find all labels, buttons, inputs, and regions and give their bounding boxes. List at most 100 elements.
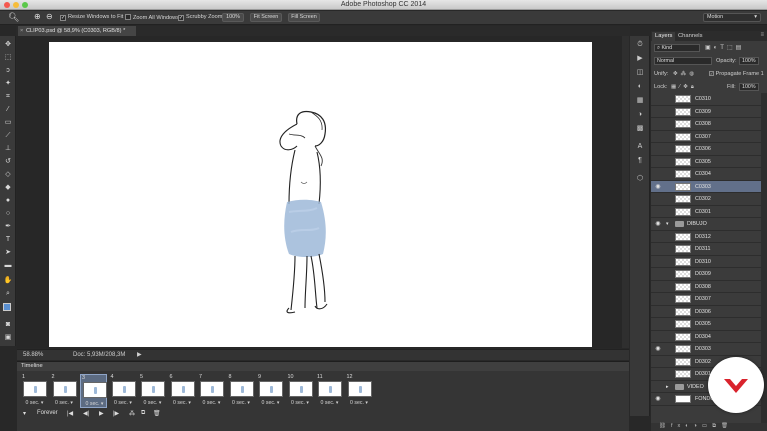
layer-row[interactable]: ◉ C0303 (651, 180, 761, 193)
eye-icon[interactable]: ◉ (654, 218, 662, 230)
layer-row[interactable]: ◉ D0303 (651, 343, 761, 356)
zoom-out-icon[interactable]: ⊖ (46, 12, 53, 21)
first-frame-icon[interactable]: |◀ (67, 410, 73, 417)
frame-delay[interactable]: 0 sec. ▾ (81, 401, 108, 407)
panel-menu-icon[interactable]: ≡ (760, 32, 764, 38)
type-tool-icon[interactable]: T (3, 235, 13, 245)
timeline-frame[interactable]: 10 0 sec. ▾ (287, 374, 314, 408)
3d-icon[interactable]: ⬡ (635, 174, 645, 184)
close-tab-icon[interactable]: × (20, 26, 23, 36)
quick-mask-icon[interactable]: ◙ (3, 320, 13, 330)
paragraph-icon[interactable]: ¶ (635, 156, 645, 166)
frame-delay[interactable]: 0 sec. ▾ (51, 400, 78, 406)
screen-mode-icon[interactable]: ▣ (3, 333, 13, 343)
layer-row[interactable]: C0307 (651, 131, 761, 143)
layer-row[interactable]: D0311 (651, 243, 761, 256)
duplicate-frame-icon[interactable]: ⧉ (141, 410, 145, 417)
layer-row[interactable]: C0308 (651, 118, 761, 131)
healing-brush-tool-icon[interactable]: ▭ (3, 118, 13, 128)
resize-windows-checkbox[interactable]: ✓ Resize Windows to Fit (60, 14, 123, 21)
eye-icon[interactable]: ◉ (654, 393, 662, 405)
layer-row[interactable]: D0312 (651, 231, 761, 243)
fill-input[interactable]: 100% (739, 83, 759, 91)
frame-delay[interactable]: 0 sec. ▾ (21, 400, 48, 406)
next-frame-icon[interactable]: |▶ (113, 410, 119, 417)
timeline-frame[interactable]: 4 0 sec. ▾ (110, 374, 137, 408)
pen-tool-icon[interactable]: ✒ (3, 222, 13, 232)
tab-channels[interactable]: Channels (675, 32, 706, 41)
crop-tool-icon[interactable]: ⌗ (3, 92, 13, 102)
layer-row[interactable]: C0309 (651, 106, 761, 118)
fill-screen-button[interactable]: Fill Screen (288, 13, 320, 22)
canvas-vertical-scrollbar[interactable] (622, 36, 629, 348)
layer-row[interactable]: D0309 (651, 268, 761, 281)
filter-type-icons[interactable]: ▣◐T⬚▤ (705, 42, 744, 54)
layer-row[interactable]: C0304 (651, 168, 761, 181)
loop-menu-icon[interactable]: ▾ (23, 410, 26, 417)
frame-delay[interactable]: 0 sec. ▾ (346, 400, 373, 406)
actions-icon[interactable]: ▶ (635, 54, 645, 64)
zoom-tool-icon[interactable]: 🔍︎ (8, 12, 19, 23)
layer-group[interactable]: ◉ ▾ DIBUJO (651, 218, 761, 231)
status-menu-icon[interactable]: ▶ (137, 351, 142, 358)
timeline-frame[interactable]: 5 0 sec. ▾ (139, 374, 166, 408)
timeline-frame[interactable]: 7 0 sec. ▾ (198, 374, 225, 408)
frame-delay[interactable]: 0 sec. ▾ (169, 400, 196, 406)
eye-icon[interactable]: ◉ (654, 181, 662, 193)
layer-row[interactable]: C0302 (651, 193, 761, 206)
layer-footer-icons[interactable]: ⛓fx◐◑▭⧉🗑︎ (659, 423, 733, 430)
layer-row[interactable]: C0310 (651, 93, 761, 106)
zoom-in-icon[interactable]: ⊕ (34, 12, 41, 21)
brush-tool-icon[interactable]: ⟋ (3, 131, 13, 141)
stamp-tool-icon[interactable]: ⊥ (3, 144, 13, 154)
properties-icon[interactable]: ◫ (635, 68, 645, 78)
character-icon[interactable]: A (635, 142, 645, 152)
kind-filter-select[interactable]: ⌕ Kind (654, 44, 700, 52)
fit-screen-button[interactable]: Fit Screen (250, 13, 282, 22)
unify-icons[interactable]: ✥⁂◍ (673, 68, 697, 80)
foreground-color-swatch[interactable] (3, 303, 11, 311)
layer-row[interactable]: D0304 (651, 331, 761, 343)
marquee-tool-icon[interactable]: ⬚ (3, 53, 13, 63)
magic-wand-tool-icon[interactable]: ✦ (3, 79, 13, 89)
previous-frame-icon[interactable]: ◀| (83, 410, 89, 417)
layer-row[interactable]: D0307 (651, 293, 761, 306)
timeline-frame[interactable]: 11 0 sec. ▾ (316, 374, 343, 408)
layer-row[interactable]: C0306 (651, 143, 761, 156)
blend-mode-select[interactable]: Normal (654, 57, 712, 65)
loop-option[interactable]: Forever (37, 410, 58, 416)
play-icon[interactable]: ▶ (99, 410, 104, 417)
history-brush-tool-icon[interactable]: ↺ (3, 157, 13, 167)
propagate-checkbox[interactable]: ✓ Propagate Frame 1 (709, 68, 764, 80)
hand-tool-icon[interactable]: ✋ (3, 276, 13, 286)
document-tab[interactable]: × CLIP03.psd @ 58,9% (C0303, RGB/8) * (18, 26, 136, 36)
zoom-tool-icon[interactable]: ⌕ (3, 289, 13, 299)
frame-delay[interactable]: 0 sec. ▾ (257, 400, 284, 406)
history-icon[interactable]: ⏱ (635, 40, 645, 50)
timeline-frame[interactable]: 3 0 sec. ▾ (80, 374, 107, 408)
layer-row[interactable]: D0310 (651, 256, 761, 268)
styles-icon[interactable]: ▩ (635, 124, 645, 134)
document-canvas[interactable] (49, 42, 592, 347)
move-tool-icon[interactable]: ✥ (3, 40, 13, 50)
dodge-tool-icon[interactable]: ○ (3, 209, 13, 219)
layer-row[interactable]: C0305 (651, 156, 761, 168)
layer-row[interactable]: C0301 (651, 206, 761, 218)
path-selection-tool-icon[interactable]: ➤ (3, 248, 13, 258)
shape-tool-icon[interactable]: ▬ (3, 261, 13, 271)
timeline-frame[interactable]: 8 0 sec. ▾ (228, 374, 255, 408)
zoom-all-windows-checkbox[interactable]: Zoom All Windows (125, 14, 179, 21)
timeline-frame[interactable]: 2 0 sec. ▾ (51, 374, 78, 408)
layer-row[interactable]: D0305 (651, 318, 761, 331)
frame-delay[interactable]: 0 sec. ▾ (228, 400, 255, 406)
chevron-right-icon[interactable]: ▸ (666, 381, 669, 393)
layer-row[interactable]: D0308 (651, 281, 761, 293)
blur-tool-icon[interactable]: ● (3, 196, 13, 206)
timeline-frame[interactable]: 12 0 sec. ▾ (346, 374, 373, 408)
chevron-down-icon[interactable]: ▾ (666, 218, 669, 230)
paint-bucket-tool-icon[interactable]: ◆ (3, 183, 13, 193)
zoom-100-button[interactable]: 100% (222, 13, 244, 22)
layer-row[interactable]: D0306 (651, 306, 761, 318)
frame-delay[interactable]: 0 sec. ▾ (287, 400, 314, 406)
eye-icon[interactable]: ◉ (654, 343, 662, 355)
